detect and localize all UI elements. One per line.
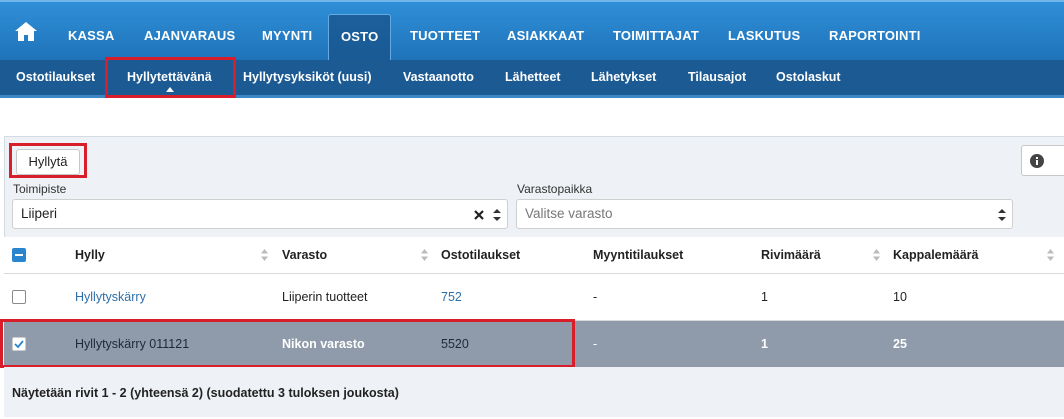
kappalemaara-cell: 10: [893, 290, 907, 304]
varastopaikka-select[interactable]: Valitse varasto: [516, 199, 1013, 229]
select-controls: [998, 200, 1006, 228]
nav-item-toimittajat[interactable]: TOIMITTAJAT: [613, 2, 699, 60]
ostotilaus-link[interactable]: 5520: [441, 321, 469, 367]
home-icon[interactable]: [10, 14, 42, 48]
toimipiste-value: Liiperi: [21, 206, 58, 221]
table-row[interactable]: Hyllytyskärry Liiperin tuotteet 752 - 1 …: [4, 274, 1064, 321]
column-kappalemaara[interactable]: Kappalemäärä: [893, 237, 978, 273]
subnav-item-hyllytysyksikot[interactable]: Hyllytysyksiköt (uusi): [243, 60, 372, 95]
subnav-item-lahetykset[interactable]: Lähetykset: [591, 60, 656, 95]
info-icon: [1030, 154, 1044, 168]
subnav-item-ostotilaukset[interactable]: Ostotilaukset: [16, 60, 95, 95]
table-row-selected[interactable]: Hyllytyskärry 011121 Nikon varasto 5520 …: [4, 321, 1064, 368]
table-header: Hylly Varasto Ostotilaukset Myyntitilauk…: [4, 237, 1064, 274]
shelve-button[interactable]: Hyllytä: [16, 149, 80, 175]
sub-navigation: Ostotilaukset Hyllytettävänä Hyllytysyks…: [0, 60, 1064, 98]
sort-icon[interactable]: [261, 249, 268, 261]
top-navigation: KASSA AJANVARAUS MYYNTI OSTO TUOTTEET AS…: [0, 0, 1064, 60]
table-footer-info: Näytetään rivit 1 - 2 (yhteensä 2) (suod…: [4, 367, 1064, 417]
hylly-link[interactable]: Hyllytyskärry 011121: [75, 321, 189, 367]
varastopaikka-placeholder: Valitse varasto: [525, 206, 613, 221]
nav-item-asiakkaat[interactable]: ASIAKKAAT: [507, 2, 584, 60]
select-all-checkbox[interactable]: [12, 248, 26, 262]
hylly-link[interactable]: Hyllytyskärry: [75, 274, 146, 320]
column-ostotilaukset[interactable]: Ostotilaukset: [441, 237, 520, 273]
rivimaara-cell: 1: [761, 290, 768, 304]
column-hylly[interactable]: Hylly: [75, 237, 105, 273]
sort-icon[interactable]: [421, 249, 428, 261]
rivimaara-cell: 1: [761, 337, 768, 351]
select-controls: [473, 200, 501, 228]
toimipiste-select[interactable]: Liiperi: [12, 199, 508, 229]
ostotilaus-link[interactable]: 752: [441, 274, 462, 320]
nav-item-laskutus[interactable]: LASKUTUS: [728, 2, 800, 60]
nav-item-tuotteet[interactable]: TUOTTEET: [410, 2, 480, 60]
nav-item-kassa[interactable]: KASSA: [68, 2, 115, 60]
varasto-cell: Liiperin tuotteet: [282, 290, 368, 304]
subnav-item-tilausajot[interactable]: Tilausajot: [688, 60, 746, 95]
subnav-item-ostolaskut[interactable]: Ostolaskut: [776, 60, 841, 95]
myyntitilaukset-cell: -: [593, 337, 598, 351]
sort-icon[interactable]: [873, 249, 880, 261]
myyntitilaukset-cell: -: [593, 290, 598, 304]
row-checkbox-checked[interactable]: [12, 337, 26, 351]
nav-item-osto[interactable]: OSTO: [328, 14, 392, 60]
info-button[interactable]: [1021, 145, 1064, 176]
column-myyntitilaukset[interactable]: Myyntitilaukset: [593, 237, 683, 273]
column-rivimaara[interactable]: Rivimäärä: [761, 237, 821, 273]
clear-icon[interactable]: [473, 210, 484, 220]
dropdown-arrows-icon: [998, 208, 1006, 221]
row-checkbox[interactable]: [12, 290, 26, 304]
nav-item-myynti[interactable]: MYYNTI: [262, 2, 312, 60]
check-icon: [14, 340, 24, 349]
nav-item-ajanvaraus[interactable]: AJANVARAUS: [144, 2, 235, 60]
subnav-item-vastaanotto[interactable]: Vastaanotto: [403, 60, 474, 95]
subnav-item-lahetteet[interactable]: Lähetteet: [505, 60, 561, 95]
column-varasto[interactable]: Varasto: [282, 237, 327, 273]
dropdown-arrows-icon: [493, 208, 501, 221]
kappalemaara-cell: 25: [893, 337, 907, 351]
active-caret-icon: [166, 87, 174, 92]
toimipiste-label: Toimipiste: [13, 182, 67, 196]
varastopaikka-label: Varastopaikka: [517, 182, 593, 196]
sort-icon[interactable]: [1047, 249, 1054, 261]
nav-item-raportointi[interactable]: RAPORTOINTI: [829, 2, 921, 60]
varasto-cell: Nikon varasto: [282, 337, 365, 351]
